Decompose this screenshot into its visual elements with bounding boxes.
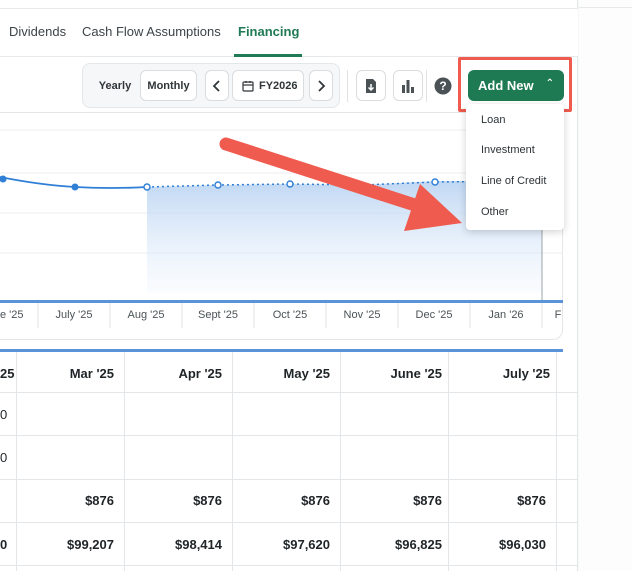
table-cell: 0 [0,407,8,422]
toolbar-divider [426,70,427,102]
row-divider [0,479,578,480]
help-button[interactable]: ? [431,70,455,101]
data-point[interactable] [286,180,294,188]
monthly-button[interactable]: Monthly [140,70,197,101]
chart-toggle-button[interactable] [393,70,423,101]
help-icon: ? [434,77,452,94]
table-cell: $99,207 [67,537,114,552]
fiscal-year-label: FY2026 [259,79,298,92]
table-cell: 0 [0,450,8,465]
table-cell: $96,030 [499,537,546,552]
column-divider [448,352,449,571]
data-point[interactable] [431,178,439,186]
download-file-icon [366,78,376,93]
active-tab-indicator [234,54,302,57]
toolbar-divider [347,70,348,102]
column-header: May '25 [283,366,330,381]
row-divider [0,565,578,566]
column-divider [16,352,17,571]
data-point[interactable] [143,183,151,191]
menu-item-other[interactable]: Other [481,206,509,218]
table-top-border [0,349,563,352]
next-period-button[interactable] [309,70,333,101]
data-point[interactable] [214,181,222,189]
column-header: Mar '25 [69,366,114,381]
previous-period-button[interactable] [205,70,229,101]
chevron-right-icon [318,79,326,92]
yearly-button[interactable]: Yearly [93,70,137,101]
add-new-dropdown-menu: Loan Investment Line of Credit Other [466,104,564,230]
table-cell: $98,414 [175,537,222,552]
x-label: Sept '25 [198,309,238,321]
x-label: Jan '26 [488,309,523,321]
column-header: July '25 [502,366,550,381]
x-label: Nov '25 [344,309,381,321]
data-point[interactable] [0,175,7,183]
column-divider [556,352,557,571]
chevron-up-icon: ⌃ [545,78,554,89]
panel-divider [579,7,632,8]
data-point[interactable] [71,183,79,191]
table-cell: $97,620 [283,537,330,552]
table-cell: $876 [413,493,442,508]
x-label: Oct '25 [273,309,308,321]
column-divider [340,352,341,571]
table-cell: $876 [85,493,114,508]
row-divider [0,392,578,393]
column-header: 25 [0,366,15,381]
x-label: Aug '25 [128,309,165,321]
x-label: e '25 [0,309,24,321]
add-new-label: Add New [478,78,534,93]
column-divider [124,352,125,571]
menu-item-line-of-credit[interactable]: Line of Credit [481,175,546,187]
row-divider [0,435,578,436]
menu-item-loan[interactable]: Loan [481,114,505,126]
app-window: Dividends Cash Flow Assumptions Financin… [0,0,632,571]
main-panel: Dividends Cash Flow Assumptions Financin… [0,0,578,571]
calendar-icon [242,80,254,92]
menu-item-investment[interactable]: Investment [481,144,535,156]
table-cell: $96,825 [395,537,442,552]
table-cell: $876 [517,493,546,508]
chevron-left-icon [212,79,220,92]
export-button[interactable] [356,70,386,101]
x-axis-line [0,300,563,303]
x-label: July '25 [56,309,93,321]
tab-dividends[interactable]: Dividends [9,24,66,39]
column-header: June '25 [390,366,442,381]
bar-chart-icon [402,79,414,93]
column-divider [232,352,233,571]
row-divider [0,522,578,523]
table-cell: $876 [301,493,330,508]
tab-financing[interactable]: Financing [238,24,299,39]
x-label: Dec '25 [416,309,453,321]
svg-text:?: ? [439,79,446,93]
add-new-button[interactable]: Add New ⌃ [468,70,564,101]
column-header: Apr '25 [178,366,222,381]
x-axis-labels: e '25 July '25 Aug '25 Sept '25 Oct '25 … [0,309,562,321]
tab-bar: Dividends Cash Flow Assumptions Financin… [0,8,578,57]
table-cell: $876 [193,493,222,508]
right-side-panel [579,0,632,571]
fiscal-year-button[interactable]: FY2026 [232,70,304,101]
tab-cash-flow-assumptions[interactable]: Cash Flow Assumptions [82,24,221,39]
table-cell: 0 [0,537,8,552]
x-label: F [555,309,562,321]
